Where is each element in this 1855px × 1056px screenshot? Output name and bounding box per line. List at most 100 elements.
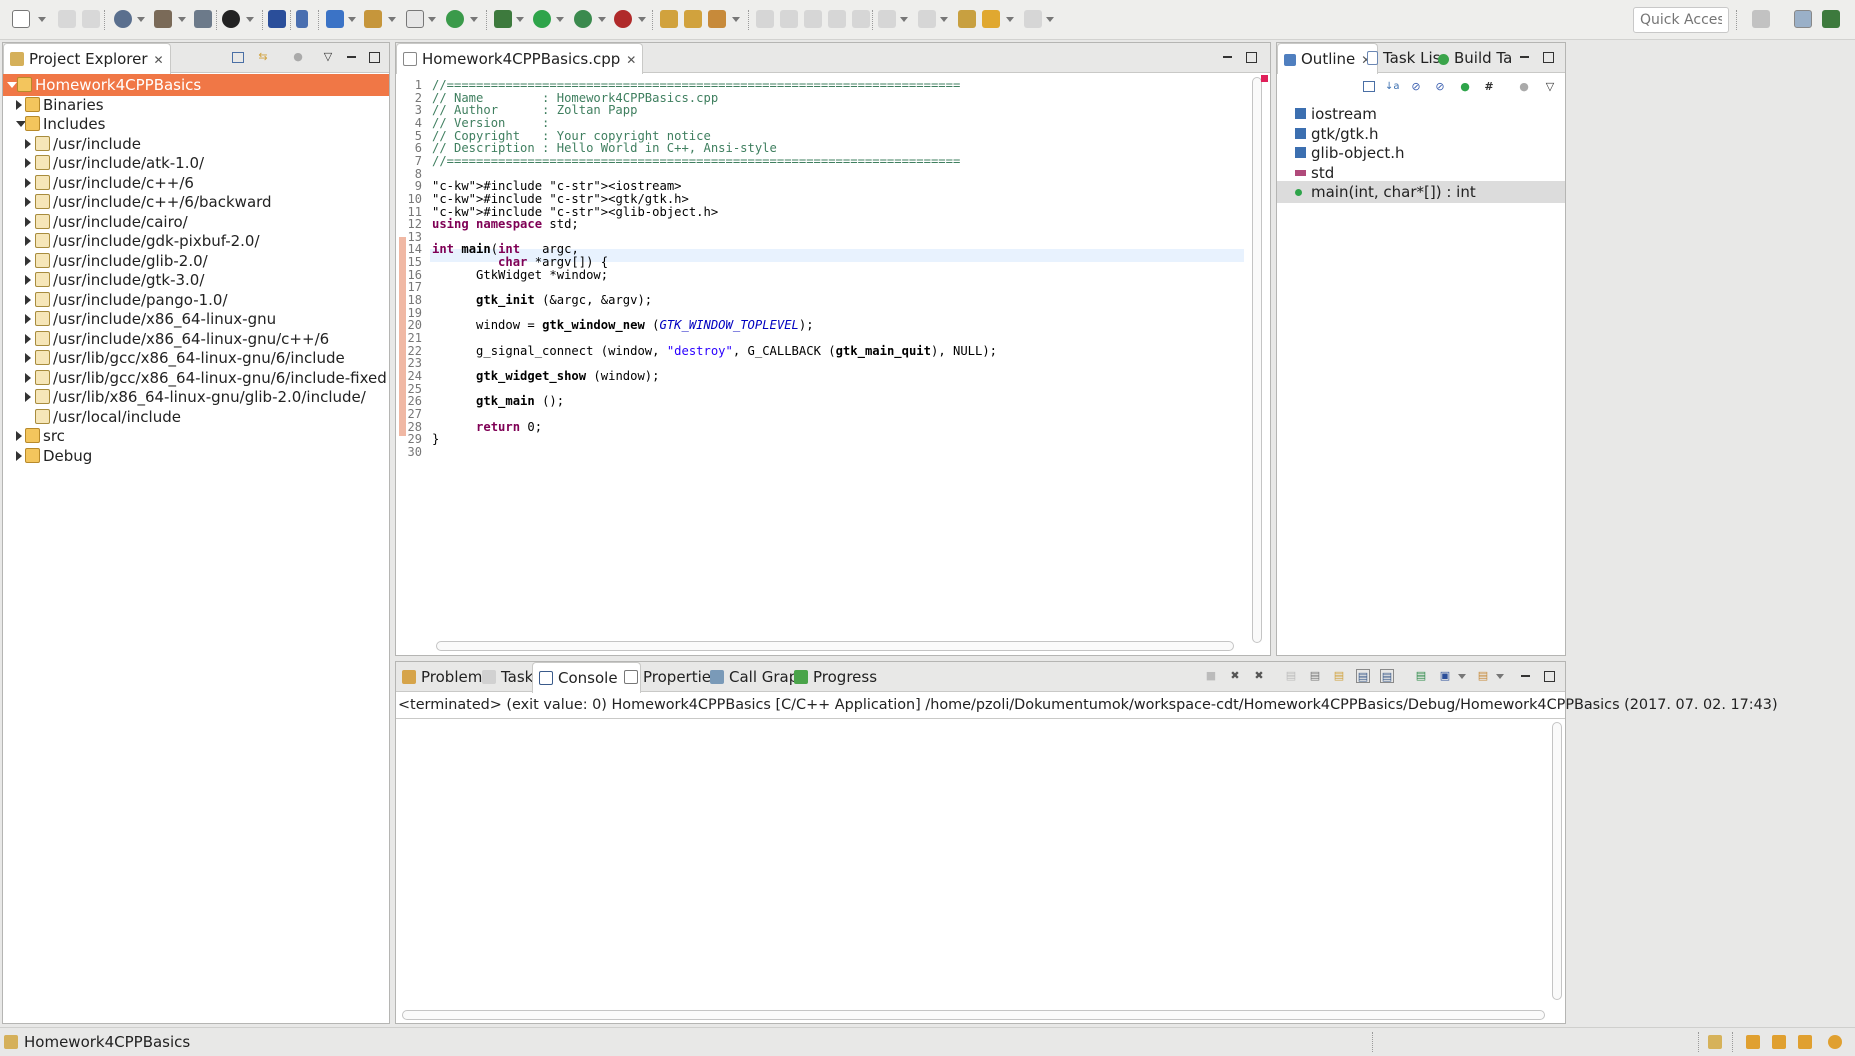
chevron-right-icon[interactable] xyxy=(16,431,22,441)
build-config-icon[interactable] xyxy=(114,10,132,28)
code-area[interactable]: 1//=====================================… xyxy=(396,73,1244,637)
close-icon[interactable]: ✕ xyxy=(626,53,636,67)
back-dropdown-icon[interactable] xyxy=(1006,17,1014,22)
coverage-icon[interactable] xyxy=(574,10,592,28)
new-icon[interactable] xyxy=(12,10,30,28)
terminal-icon[interactable] xyxy=(268,10,286,28)
show-stdout-icon[interactable]: ▤ xyxy=(1356,669,1370,683)
next-edit-icon[interactable] xyxy=(878,10,896,28)
word-wrap-console-icon[interactable]: ▤ xyxy=(1332,669,1346,683)
status-wand-icon[interactable] xyxy=(1798,1035,1812,1049)
terminate-icon[interactable]: ■ xyxy=(1204,669,1218,683)
code-line[interactable]: GtkWidget *window; xyxy=(432,268,608,282)
tree-item[interactable]: Debug xyxy=(3,445,389,467)
chevron-right-icon[interactable] xyxy=(25,372,31,383)
chevron-right-icon[interactable] xyxy=(16,450,22,461)
status-notification-icon[interactable] xyxy=(1708,1035,1722,1049)
cpp-perspective-icon[interactable] xyxy=(1794,10,1812,28)
run-dropdown-icon[interactable] xyxy=(556,17,564,22)
maximize-icon[interactable] xyxy=(1541,50,1555,64)
scroll-lock-icon[interactable]: ▤ xyxy=(1308,669,1322,683)
new-project-icon[interactable] xyxy=(326,10,344,28)
editor-vertical-scrollbar[interactable] xyxy=(1252,77,1262,643)
status-globe-icon[interactable] xyxy=(1828,1035,1842,1049)
clear-console-icon[interactable]: ▤ xyxy=(1284,669,1298,683)
code-line[interactable]: using namespace std; xyxy=(432,217,579,231)
minimize-icon[interactable] xyxy=(1220,50,1234,64)
build-hammer-icon[interactable] xyxy=(154,10,172,28)
open-perspective-icon[interactable] xyxy=(1752,10,1770,28)
console-vertical-scrollbar[interactable] xyxy=(1552,722,1562,1000)
show-whitespace-icon[interactable] xyxy=(852,10,870,28)
code-line[interactable]: window = gtk_window_new (GTK_WINDOW_TOPL… xyxy=(432,318,814,332)
save-icon[interactable] xyxy=(58,10,76,28)
code-line[interactable]: //======================================… xyxy=(432,154,960,168)
chevron-right-icon[interactable] xyxy=(25,392,31,402)
open-console-icon[interactable]: ▤ xyxy=(1476,669,1490,683)
code-line[interactable]: g_signal_connect (window, "destroy", G_C… xyxy=(432,344,997,358)
search-icon[interactable] xyxy=(708,10,726,28)
collapse-all-icon[interactable] xyxy=(232,52,244,63)
view-menu-icon[interactable]: ▽ xyxy=(321,50,335,64)
toggle-markers-icon[interactable] xyxy=(296,10,308,28)
status-book-icon[interactable] xyxy=(1746,1035,1760,1049)
display-console-icon[interactable]: ▣ xyxy=(1438,669,1452,683)
debug-icon[interactable] xyxy=(494,10,512,28)
chevron-right-icon[interactable] xyxy=(25,216,31,227)
link-with-editor-icon[interactable]: ⇆ xyxy=(256,50,270,64)
new-class-dropdown-icon[interactable] xyxy=(388,17,396,22)
tab-project-explorer[interactable]: Project Explorer ✕ xyxy=(3,43,171,74)
next-edit-dropdown-icon[interactable] xyxy=(900,17,908,22)
pin-console-icon[interactable]: ▤ xyxy=(1414,669,1428,683)
binary-icon[interactable] xyxy=(194,10,212,28)
editor-body[interactable]: 1//=====================================… xyxy=(396,73,1270,655)
chevron-right-icon[interactable] xyxy=(16,99,22,110)
console-output-area[interactable] xyxy=(396,718,1565,1023)
close-icon[interactable]: ✕ xyxy=(154,53,164,67)
maximize-icon[interactable] xyxy=(367,50,381,64)
debug-perspective-icon[interactable] xyxy=(1822,10,1840,28)
chevron-right-icon[interactable] xyxy=(25,138,31,149)
external-tools-dropdown-icon[interactable] xyxy=(638,17,646,22)
remove-launch-icon[interactable]: ✖ xyxy=(1228,669,1242,683)
chevron-right-icon[interactable] xyxy=(25,353,31,363)
refresh-dropdown-icon[interactable] xyxy=(470,17,478,22)
forward-dropdown-icon[interactable] xyxy=(1046,17,1054,22)
chevron-down-icon[interactable] xyxy=(7,82,17,88)
minimize-icon[interactable] xyxy=(344,50,358,64)
console-horizontal-scrollbar[interactable] xyxy=(402,1010,1545,1020)
hide-non-public-icon[interactable]: ● xyxy=(1458,80,1472,94)
code-line[interactable]: gtk_main (); xyxy=(432,394,564,408)
build-dropdown-icon[interactable] xyxy=(178,17,186,22)
hide-includes-icon[interactable]: # xyxy=(1482,80,1496,94)
chevron-right-icon[interactable] xyxy=(25,255,31,266)
debug-dropdown-icon[interactable] xyxy=(516,17,524,22)
code-line[interactable]: gtk_init (&argc, &argv); xyxy=(432,293,652,307)
run-icon[interactable] xyxy=(533,10,551,28)
editor-horizontal-scrollbar[interactable] xyxy=(436,641,1234,651)
hide-fields-icon[interactable]: ⊘ xyxy=(1409,80,1423,94)
chevron-right-icon[interactable] xyxy=(25,177,31,188)
prev-annotation-icon[interactable] xyxy=(780,10,798,28)
collapse-all-icon[interactable] xyxy=(1363,81,1375,92)
open-type-icon[interactable] xyxy=(660,10,678,28)
overview-ruler-error-marker[interactable] xyxy=(1261,75,1268,82)
filter-icon[interactable]: ● xyxy=(291,50,305,64)
forward-icon[interactable] xyxy=(1024,10,1042,28)
tab-editor-file[interactable]: Homework4CPPBasics.cpp ✕ xyxy=(396,43,644,74)
code-line[interactable]: gtk_widget_show (window); xyxy=(432,369,659,383)
chevron-right-icon[interactable] xyxy=(25,314,31,324)
maximize-icon[interactable] xyxy=(1244,50,1258,64)
new-file-dropdown-icon[interactable] xyxy=(428,17,436,22)
code-line[interactable]: return 0; xyxy=(432,420,542,434)
block-selection-icon[interactable] xyxy=(828,10,846,28)
refresh-icon[interactable] xyxy=(446,10,464,28)
prev-edit-icon[interactable] xyxy=(918,10,936,28)
tab-progress[interactable]: Progress xyxy=(788,662,883,692)
view-menu-icon[interactable]: ▽ xyxy=(1543,80,1557,94)
outline-item[interactable]: main(int, char*[]) : int xyxy=(1277,181,1565,203)
coverage-dropdown-icon[interactable] xyxy=(598,17,606,22)
prev-edit-dropdown-icon[interactable] xyxy=(940,17,948,22)
chevron-right-icon[interactable] xyxy=(25,197,31,207)
build-config-dropdown-icon[interactable] xyxy=(137,17,145,22)
